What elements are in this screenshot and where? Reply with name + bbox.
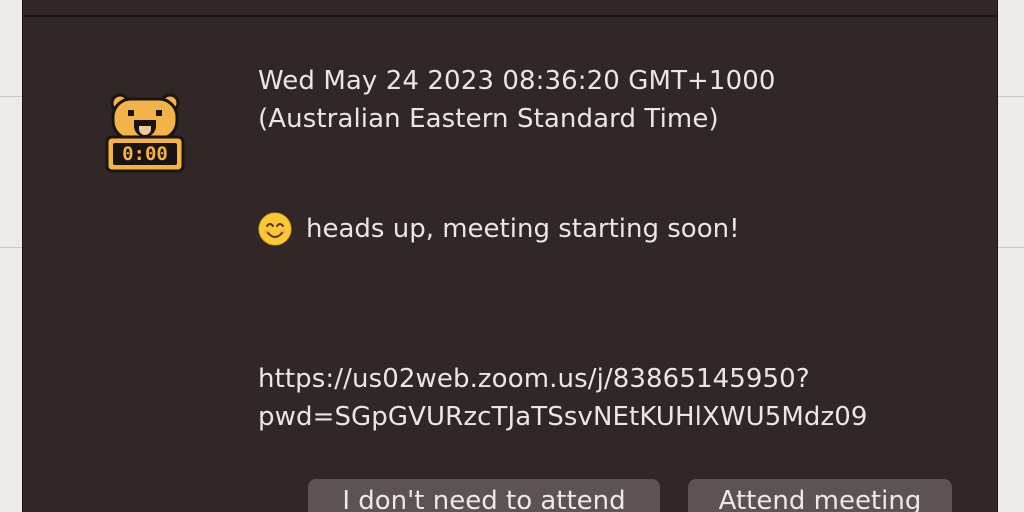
message-text: heads up, meeting starting soon! [306, 214, 740, 244]
attend-meeting-button[interactable]: Attend meeting [688, 479, 952, 512]
background-divider [998, 247, 1024, 248]
meeting-reminder-dialog: 0:00 Wed May 24 2023 08:36:20 GMT+1000 (… [22, 0, 998, 512]
app-icon-clock-text: 0:00 [122, 143, 168, 165]
bear-alarm-clock-icon: 0:00 [105, 93, 185, 173]
background-divider [998, 96, 1024, 97]
meeting-link[interactable]: https://us02web.zoom.us/j/83865145950? p… [258, 360, 868, 436]
background-divider [0, 247, 22, 248]
dialog-title-bar [23, 0, 997, 17]
meeting-link-line[interactable]: pwd=SGpGVURzcTJaTSsvNEtKUHlXWU5Mdz09 [258, 398, 868, 436]
background-divider [0, 96, 22, 97]
timezone-line: (Australian Eastern Standard Time) [258, 104, 719, 134]
meeting-link-line[interactable]: https://us02web.zoom.us/j/83865145950? [258, 360, 868, 398]
decline-attendance-button[interactable]: I don't need to attend [308, 479, 660, 512]
smiling-face-emoji-icon [258, 212, 292, 246]
reminder-message: heads up, meeting starting soon! [258, 210, 740, 248]
datetime-line: Wed May 24 2023 08:36:20 GMT+1000 [258, 66, 776, 96]
meeting-datetime: Wed May 24 2023 08:36:20 GMT+1000 (Austr… [258, 62, 776, 138]
